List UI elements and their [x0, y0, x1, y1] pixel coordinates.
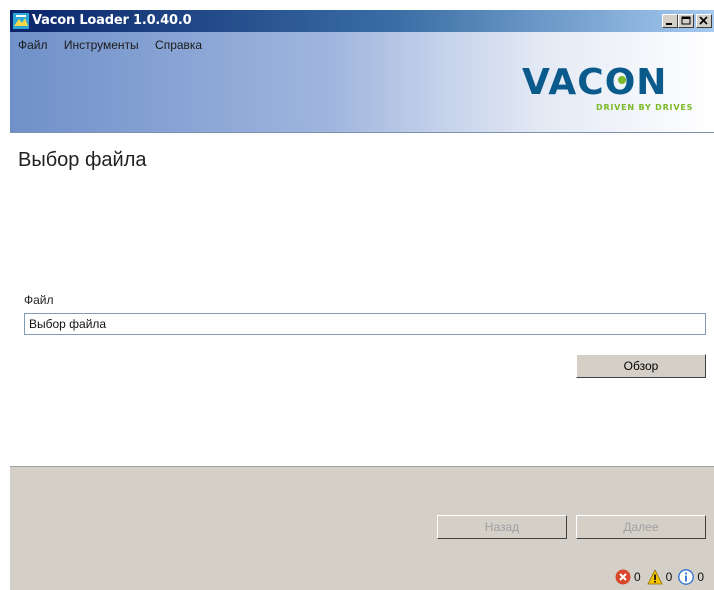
info-icon [678, 569, 695, 585]
maximize-button[interactable] [678, 14, 694, 28]
minimize-button[interactable] [662, 14, 678, 28]
title-bar[interactable]: Vacon Loader 1.0.40.0 [10, 10, 714, 32]
menu-help[interactable]: Справка [155, 38, 202, 52]
header-banner: Файл Инструменты Справка VACON DRIVEN BY… [10, 32, 714, 133]
close-icon [699, 16, 708, 25]
minimize-icon [666, 23, 672, 25]
svg-text:VACON: VACON [522, 62, 667, 103]
footer-bar: Назад Далее 0 0 0 [10, 466, 714, 590]
svg-text:DRIVEN BY DRIVES: DRIVEN BY DRIVES [596, 103, 693, 112]
app-window: Vacon Loader 1.0.40.0 Файл Инструменты С… [10, 10, 714, 590]
error-icon [615, 569, 631, 585]
page-title: Выбор файла [18, 149, 147, 171]
main-content: Выбор файла Файл Обзор [10, 133, 714, 466]
maximize-icon [681, 16, 691, 25]
file-path-input[interactable] [24, 313, 706, 335]
window-title: Vacon Loader 1.0.40.0 [32, 13, 192, 28]
app-icon [13, 13, 29, 29]
menu-bar: Файл Инструменты Справка [18, 38, 215, 52]
error-count: 0 [633, 570, 641, 584]
warning-count: 0 [665, 570, 673, 584]
status-indicators: 0 0 0 [615, 569, 704, 585]
vacon-logo: VACON DRIVEN BY DRIVES [522, 62, 693, 112]
menu-file[interactable]: Файл [18, 38, 48, 52]
warning-icon [646, 569, 663, 585]
browse-button[interactable]: Обзор [576, 354, 706, 378]
back-button[interactable]: Назад [437, 515, 567, 539]
next-button[interactable]: Далее [576, 515, 706, 539]
close-button[interactable] [696, 14, 712, 28]
menu-tools[interactable]: Инструменты [64, 38, 139, 52]
info-count: 0 [697, 570, 704, 584]
file-label: Файл [24, 293, 54, 307]
